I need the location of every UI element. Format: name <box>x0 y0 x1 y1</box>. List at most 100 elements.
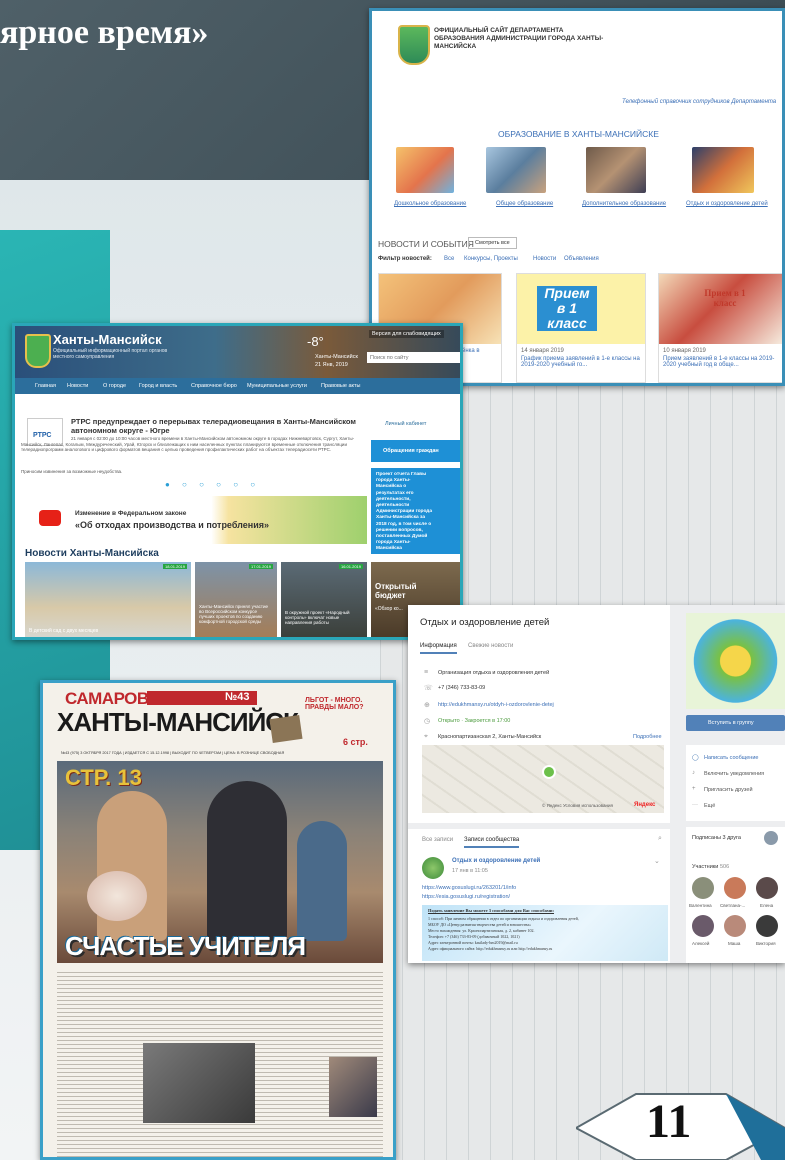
post-link-1[interactable]: https://www.gosuslugi.ru/263201/1/info <box>422 885 516 891</box>
member-name[interactable]: Елена <box>760 903 773 908</box>
law-banner[interactable]: Изменение в Федеральном законе «Об отход… <box>21 496 367 544</box>
nav-home[interactable]: Главная <box>35 383 56 389</box>
news-card[interactable]: Прием в 1 класс 10 января 2019 Прием зая… <box>658 273 782 383</box>
members-label[interactable]: Участники <box>692 864 718 870</box>
nav-news[interactable]: Новости <box>67 383 88 389</box>
person-silhouette <box>297 821 347 941</box>
phone-directory-link[interactable]: Телефонный справочник сотрудников Департ… <box>622 99 776 105</box>
yandex-logo: Яндекс <box>634 802 656 808</box>
invite-friends-link[interactable]: Пригласить друзей <box>704 787 753 793</box>
report-project-block[interactable]: Проект отчета Главы города Ханты-Мансийс… <box>371 468 460 554</box>
preschool-photo[interactable] <box>396 147 454 193</box>
news-tile[interactable]: 17.01.2019 Ханты-Мансийск принял участие… <box>195 562 277 637</box>
flowers-bouquet <box>87 871 147 921</box>
filter-contests[interactable]: Конкурсы, Проекты <box>464 256 518 262</box>
news-card[interactable]: Прием в 1 класс 14 января 2019 График пр… <box>516 273 646 383</box>
member-avatar[interactable] <box>724 915 746 937</box>
news-tile-text: В детский сад с двух месяцев <box>29 628 99 634</box>
search-icon[interactable]: ⌕ <box>658 835 662 843</box>
member-avatar[interactable] <box>724 877 746 899</box>
wall-tab-community[interactable]: Записи сообщества <box>464 837 520 848</box>
member-name[interactable]: Виктория <box>756 941 776 946</box>
member-name[interactable]: Алексей <box>692 941 709 946</box>
newspaper-page: САМАРОВО №43 ХАНТЫ-МАНСИЙСК ЛЬГОТ - МНОГ… <box>40 680 396 1160</box>
news-card-text[interactable]: График приема заявлений в 1-е классы на … <box>521 356 641 368</box>
slider-dots[interactable]: ● ○ ○ ○ ○ ○ <box>165 480 260 489</box>
general-education-photo[interactable] <box>486 147 546 193</box>
citizen-appeals-button[interactable]: Обращения граждан <box>371 440 460 462</box>
phone-icon: ☏ <box>424 685 433 692</box>
news-headline[interactable]: РТРС предупреждает о перерывах телерадио… <box>71 417 367 435</box>
category-additional[interactable]: Дополнительное образование <box>582 201 666 207</box>
rest-children-photo[interactable] <box>692 147 754 193</box>
enable-notifications-link[interactable]: Включить уведомления <box>704 771 764 777</box>
news-tile-date: 16.01.2019 <box>338 564 363 569</box>
search-input[interactable] <box>367 352 460 363</box>
member-avatar[interactable] <box>756 877 778 899</box>
see-all-button[interactable]: Смотреть все <box>468 237 517 249</box>
nav-legal[interactable]: Правовые акты <box>321 383 360 389</box>
category-general[interactable]: Общее образование <box>496 201 553 207</box>
nav-about-city[interactable]: О городе <box>103 383 126 389</box>
category-rest[interactable]: Отдых и оздоровление детей <box>686 201 768 207</box>
banner-line1: Изменение в Федеральном законе <box>75 510 187 517</box>
write-message-link[interactable]: Написать сообщение <box>704 755 758 761</box>
portal-logo-title[interactable]: Ханты-Мансийск <box>53 332 162 347</box>
chevron-down-icon[interactable]: ⌄ <box>654 857 660 865</box>
section-title: ОБРАЗОВАНИЕ В ХАНТЫ-МАНСИЙСКЕ <box>498 129 659 139</box>
post-link-2[interactable]: https://esia.gosuslugi.ru/registration/ <box>422 894 510 900</box>
group-title: Отдых и оздоровление детей <box>420 617 550 628</box>
tab-info[interactable]: Информация <box>420 643 457 654</box>
post-author[interactable]: Отдых и оздоровление детей <box>452 858 540 864</box>
news-tile[interactable]: 16.01.2019 В окружной проект «Народный к… <box>281 562 367 637</box>
group-avatar[interactable] <box>686 613 785 709</box>
friends-subscribed[interactable]: Подписаны 3 друга <box>692 835 741 841</box>
filter-news[interactable]: Новости <box>533 256 556 262</box>
report-project-text: Проект отчета Главы города Ханты-Мансийс… <box>376 472 433 552</box>
post-avatar[interactable] <box>422 857 444 879</box>
info-website[interactable]: http://edukhmansy.ru/otdyh-i-ozdorovleni… <box>438 702 554 708</box>
location-icon: ⌖ <box>424 733 428 740</box>
post-box-title: Подать заявление Вы можете 3 способами д… <box>428 908 554 913</box>
banner-line2: «Об отходах производства и потребления» <box>75 520 269 530</box>
teaser-page: 6 стр. <box>343 737 368 747</box>
post-image[interactable]: Подать заявление Вы можете 3 способами д… <box>422 905 668 961</box>
friend-avatar[interactable] <box>764 831 778 845</box>
category-preschool[interactable]: Дошкольное образование <box>394 201 466 207</box>
map-widget[interactable]: © Яндекс Условия использования Яндекс <box>422 745 664 813</box>
filter-all[interactable]: Все <box>444 256 454 262</box>
nav-services[interactable]: Муниципальные услуги <box>247 383 307 389</box>
personal-account-link[interactable]: Личный кабинет <box>385 421 426 427</box>
tab-news[interactable]: Свежие новости <box>468 643 513 649</box>
nav-reference[interactable]: Справочное бюро <box>191 383 237 389</box>
nav-city-power[interactable]: Город и власть <box>139 383 177 389</box>
filter-announcements[interactable]: Объявления <box>564 256 599 262</box>
cover-headline: СЧАСТЬЕ УЧИТЕЛЯ <box>65 931 306 961</box>
portal-logo-subtitle: Официальный информационный портал органо… <box>53 348 168 360</box>
additional-education-photo[interactable] <box>586 147 646 193</box>
news-card-text[interactable]: Прием заявлений в 1-е классы на 2019-202… <box>663 356 781 368</box>
accessibility-link[interactable]: Версия для слабовидящих <box>369 330 444 338</box>
member-name[interactable]: Светлана-... <box>720 903 745 908</box>
site-header-line1: ОФИЦИАЛЬНЫЙ САЙТ ДЕПАРТАМЕНТА <box>434 27 564 34</box>
citizen-appeals-label: Обращения граждан <box>383 448 439 454</box>
member-avatar[interactable] <box>756 915 778 937</box>
join-group-label: Вступить в группу <box>708 720 754 726</box>
member-name[interactable]: Валентина <box>689 903 712 908</box>
member-name[interactable]: Маша <box>728 941 740 946</box>
member-avatar[interactable] <box>692 877 714 899</box>
info-hours: Открыто · Закроется в 17:00 <box>438 718 511 724</box>
news-tile[interactable]: 18.01.2019 В детский сад с двух месяцев <box>25 562 191 637</box>
news-body: 21 января с 02:00 до 10:00 часов местног… <box>21 436 355 453</box>
masthead-title: ХАНТЫ-МАНСИЙСК <box>57 707 299 737</box>
member-avatar[interactable] <box>692 915 714 937</box>
post-time: 17 янв в 11:05 <box>452 868 488 874</box>
wall-tab-all[interactable]: Все записи <box>422 837 453 843</box>
join-group-button[interactable]: Вступить в группу <box>686 715 785 731</box>
details-link[interactable]: Подробнее <box>633 734 662 740</box>
post-box-line: 1 способ: При личном обращении в отдел п… <box>428 916 579 921</box>
post-box-line: Адрес электронной почты: kasilady-hm2019… <box>428 940 518 945</box>
more-link[interactable]: Ещё <box>704 803 715 809</box>
issue-number: №43 <box>225 691 250 703</box>
youtube-icon <box>39 510 61 526</box>
